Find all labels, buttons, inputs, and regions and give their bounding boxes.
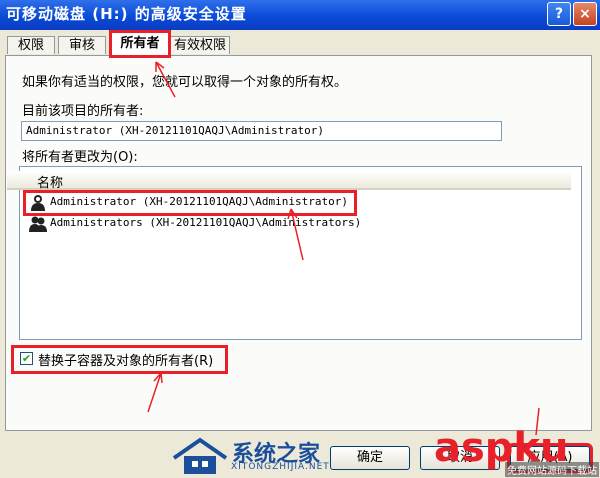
window-title: 可移动磁盘 (H:) 的高级安全设置 (6, 5, 247, 23)
close-button[interactable]: × (573, 2, 597, 26)
list-header[interactable]: 名称 (7, 171, 571, 191)
owner-name: Administrators (XH-20121101QAQJ\Administ… (50, 216, 362, 229)
watermark-small-text: 免费网站源码下载站 (505, 462, 599, 477)
replace-owner-checkbox[interactable]: ✔ (20, 352, 33, 365)
owner-name: Administrator (XH-20121101QAQJ\Administr… (50, 195, 349, 208)
ok-button[interactable]: 确定 (330, 446, 410, 470)
house-logo-icon (172, 437, 228, 474)
intro-text: 如果你有适当的权限，您就可以取得一个对象的所有权。 (22, 75, 348, 90)
column-name-header: 名称 (37, 176, 64, 191)
group-icon (29, 216, 47, 232)
tab-auditing[interactable]: 审核 (58, 36, 106, 54)
current-owner-label: 目前该项目的所有者: (22, 104, 144, 119)
watermark-site-url: XITONGZHIJIA.NET (231, 462, 330, 472)
owner-row-administrators[interactable]: Administrators (XH-20121101QAQJ\Administ… (26, 214, 366, 234)
title-bar[interactable]: 可移动磁盘 (H:) 的高级安全设置 ? × (0, 0, 600, 30)
replace-owner-label: 替换子容器及对象的所有者(R) (38, 354, 214, 369)
tab-owner[interactable]: 所有者 (109, 30, 171, 58)
replace-owner-checkbox-row[interactable]: ✔ 替换子容器及对象的所有者(R) (11, 345, 228, 374)
owner-row-administrator[interactable]: Administrator (XH-20121101QAQJ\Administr… (23, 190, 357, 216)
current-owner-field[interactable]: Administrator (XH-20121101QAQJ\Administr… (21, 121, 502, 141)
tab-permissions[interactable]: 权限 (7, 36, 55, 54)
user-icon (31, 195, 45, 211)
change-owner-label: 将所有者更改为(O): (22, 150, 138, 165)
tab-effective-permissions[interactable]: 有效权限 (170, 36, 230, 54)
help-button[interactable]: ? (547, 2, 571, 26)
